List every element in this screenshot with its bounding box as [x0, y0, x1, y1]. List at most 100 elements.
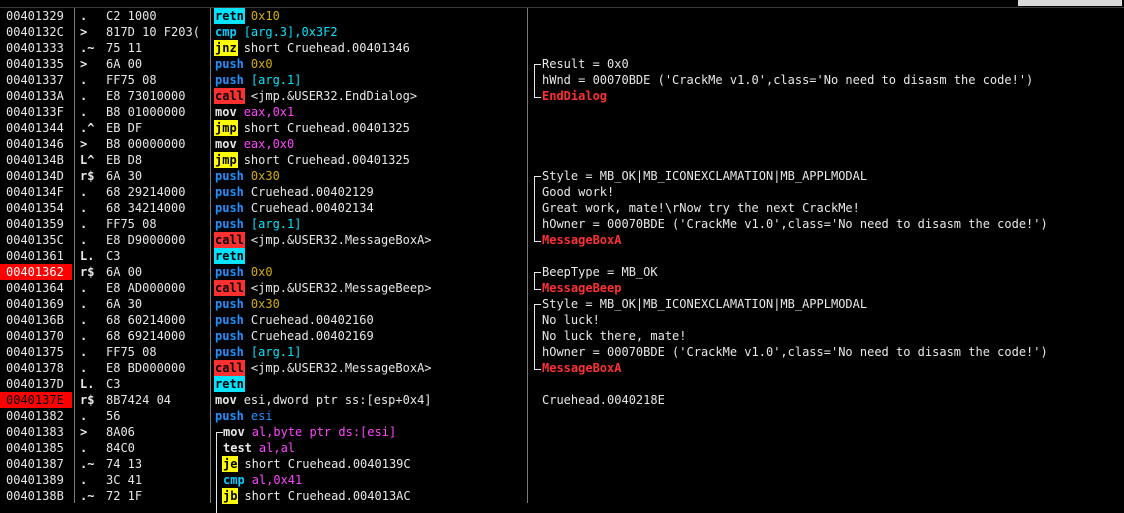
- hex-bytes[interactable]: 3C 41: [106, 472, 210, 488]
- row-address[interactable]: 00401370: [0, 328, 78, 344]
- row-address[interactable]: 00401359: [0, 216, 78, 232]
- instruction[interactable]: call <jmp.&USER32.MessageBoxA>: [214, 360, 526, 376]
- row-address[interactable]: 00401337: [0, 72, 78, 88]
- hex-bytes[interactable]: 75 11: [106, 40, 210, 56]
- disasm-row[interactable]: 0040137D L. C3 retn: [0, 376, 1124, 392]
- row-address[interactable]: 00401346: [0, 136, 78, 152]
- comment[interactable]: hOwner = 00070BDE ('CrackMe v1.0',class=…: [542, 344, 1048, 360]
- row-address[interactable]: 0040134B: [0, 152, 78, 168]
- instruction[interactable]: push [arg.1]: [214, 72, 526, 88]
- hex-bytes[interactable]: 72 1F: [106, 488, 210, 504]
- disasm-row[interactable]: 00401333 .~ 75 11 jnz short Cruehead.0040134…: [0, 40, 1124, 56]
- disasm-row[interactable]: 0040137E r$ 8B7424 04 mov esi,dword ptr ss:[…: [0, 392, 1124, 408]
- hex-bytes[interactable]: E8 D9000000: [106, 232, 210, 248]
- row-address[interactable]: 00401378: [0, 360, 78, 376]
- disasm-row[interactable]: 00401354. 68 34214000 push Cruehead.0040213…: [0, 200, 1124, 216]
- row-address[interactable]: 00401335: [0, 56, 78, 72]
- comment[interactable]: No luck there, mate!: [542, 328, 687, 344]
- instruction[interactable]: jb short Cruehead.004013AC: [214, 488, 534, 504]
- instruction[interactable]: mov eax,0x0: [214, 136, 526, 152]
- instruction[interactable]: push 0x30: [214, 296, 526, 312]
- comment[interactable]: EndDialog: [542, 88, 607, 104]
- disasm-row[interactable]: 00401385. 84C0 test al,al: [0, 440, 1124, 456]
- instruction[interactable]: jmp short Cruehead.00401325: [214, 120, 526, 136]
- row-address[interactable]: 0040133F: [0, 104, 78, 120]
- row-address[interactable]: 00401364: [0, 280, 78, 296]
- row-address[interactable]: 00401344: [0, 120, 78, 136]
- instruction[interactable]: mov esi,dword ptr ss:[esp+0x4]: [214, 392, 526, 408]
- comment[interactable]: Great work, mate!\rNow try the next Crac…: [542, 200, 860, 216]
- row-address[interactable]: 00401354: [0, 200, 78, 216]
- row-address[interactable]: 00401329: [0, 8, 78, 24]
- disasm-row[interactable]: 00401364. E8 AD000000 call <jmp.&USER32.Mes…: [0, 280, 1124, 296]
- disasm-row[interactable]: 0040138B .~ 72 1F jb short Cruehead.004013AC: [0, 488, 1124, 504]
- hex-bytes[interactable]: 68 29214000: [106, 184, 210, 200]
- comment[interactable]: Cruehead.0040218E: [542, 392, 665, 408]
- hex-bytes[interactable]: C3: [106, 248, 210, 264]
- instruction[interactable]: call <jmp.&USER32.MessageBoxA>: [214, 232, 526, 248]
- instruction[interactable]: retn: [214, 376, 526, 392]
- instruction[interactable]: push 0x30: [214, 168, 526, 184]
- comment[interactable]: MessageBeep: [542, 280, 621, 296]
- hex-bytes[interactable]: B8 01000000: [106, 104, 210, 120]
- disasm-row[interactable]: 00401369. 6A 30 push 0x30 Style = MB_OK|MB_I…: [0, 296, 1124, 312]
- disasm-row[interactable]: 00401387 .~ 74 13 je short Cruehead.0040139C: [0, 456, 1124, 472]
- row-address[interactable]: 0040135C: [0, 232, 78, 248]
- instruction[interactable]: mov al,byte ptr ds:[esi]: [214, 424, 534, 440]
- disasm-row[interactable]: 00401329. C2 1000 retn 0x10: [0, 8, 1124, 24]
- hex-bytes[interactable]: FF75 08: [106, 72, 210, 88]
- comment[interactable]: Result = 0x0: [542, 56, 629, 72]
- row-address[interactable]: 0040137D: [0, 376, 78, 392]
- hex-bytes[interactable]: 56: [106, 408, 210, 424]
- instruction[interactable]: call <jmp.&USER32.MessageBeep>: [214, 280, 526, 296]
- disasm-row[interactable]: 00401337. FF75 08 push [arg.1] hWnd = 00070B…: [0, 72, 1124, 88]
- row-address[interactable]: 00401369: [0, 296, 78, 312]
- instruction[interactable]: mov eax,0x1: [214, 104, 526, 120]
- disasm-row[interactable]: 00401335 >6A 00 push 0x0 Result = 0x0: [0, 56, 1124, 72]
- row-address[interactable]: 00401361: [0, 248, 78, 264]
- breakpoint-address[interactable]: 00401362: [0, 264, 72, 280]
- row-address[interactable]: 0040134D: [0, 168, 78, 184]
- disasm-row[interactable]: 00401383 >8A06 mov al,byte ptr ds:[esi]: [0, 424, 1124, 440]
- comment[interactable]: hWnd = 00070BDE ('CrackMe v1.0',class='N…: [542, 72, 1033, 88]
- hex-bytes[interactable]: 74 13: [106, 456, 210, 472]
- instruction[interactable]: cmp al,0x41: [214, 472, 534, 488]
- disasm-row[interactable]: 00401359. FF75 08 push [arg.1] hOwner = 0007…: [0, 216, 1124, 232]
- instruction[interactable]: call <jmp.&USER32.EndDialog>: [214, 88, 526, 104]
- row-address[interactable]: 00401375: [0, 344, 78, 360]
- instruction[interactable]: retn 0x10: [214, 8, 526, 24]
- instruction[interactable]: push 0x0: [214, 56, 526, 72]
- row-address[interactable]: 00401382: [0, 408, 78, 424]
- row-address[interactable]: 0040138B: [0, 488, 78, 504]
- hex-bytes[interactable]: 6A 30: [106, 168, 210, 184]
- row-address[interactable]: 0040133A: [0, 88, 78, 104]
- comment[interactable]: No luck!: [542, 312, 600, 328]
- disasm-row[interactable]: 00401361 L. C3 retn: [0, 248, 1124, 264]
- instruction[interactable]: push Cruehead.00402169: [214, 328, 526, 344]
- row-address[interactable]: 00401333: [0, 40, 78, 56]
- instruction[interactable]: push esi: [214, 408, 526, 424]
- breakpoint-address[interactable]: 0040137E: [0, 392, 72, 408]
- disasm-row[interactable]: 0040132C >817D 10 F203(cmp [arg.3],0x3F2: [0, 24, 1124, 40]
- disassembly-pane[interactable]: 00401329. C2 1000 retn 0x10 0040132C >817D 10…: [0, 8, 1124, 513]
- disasm-row[interactable]: 0040134D r$ 6A 30 push 0x30 Style = MB_OK|MB_…: [0, 168, 1124, 184]
- disasm-row[interactable]: 0040133F. B8 01000000 mov eax,0x1: [0, 104, 1124, 120]
- row-address[interactable]: 00401387: [0, 456, 78, 472]
- hex-bytes[interactable]: FF75 08: [106, 344, 210, 360]
- comment[interactable]: Style = MB_OK|MB_ICONEXCLAMATION|MB_APPL…: [542, 296, 867, 312]
- instruction[interactable]: je short Cruehead.0040139C: [214, 456, 534, 472]
- hex-bytes[interactable]: E8 BD000000: [106, 360, 210, 376]
- disasm-row[interactable]: 00401362 r$ 6A 00 push 0x0 BeepType = MB_OK: [0, 264, 1124, 280]
- hex-bytes[interactable]: 8A06: [106, 424, 210, 440]
- hex-bytes[interactable]: 6A 00: [106, 264, 210, 280]
- row-address[interactable]: 0040134F: [0, 184, 78, 200]
- comment[interactable]: BeepType = MB_OK: [542, 264, 658, 280]
- instruction[interactable]: retn: [214, 248, 526, 264]
- hex-bytes[interactable]: FF75 08: [106, 216, 210, 232]
- hex-bytes[interactable]: 817D 10 F203(: [106, 24, 210, 40]
- instruction[interactable]: push Cruehead.00402160: [214, 312, 526, 328]
- comment[interactable]: Good work!: [542, 184, 614, 200]
- disasm-row[interactable]: 00401346 > B8 00000000 mov eax,0x0: [0, 136, 1124, 152]
- instruction[interactable]: push [arg.1]: [214, 216, 526, 232]
- instruction[interactable]: cmp [arg.3],0x3F2: [214, 24, 526, 40]
